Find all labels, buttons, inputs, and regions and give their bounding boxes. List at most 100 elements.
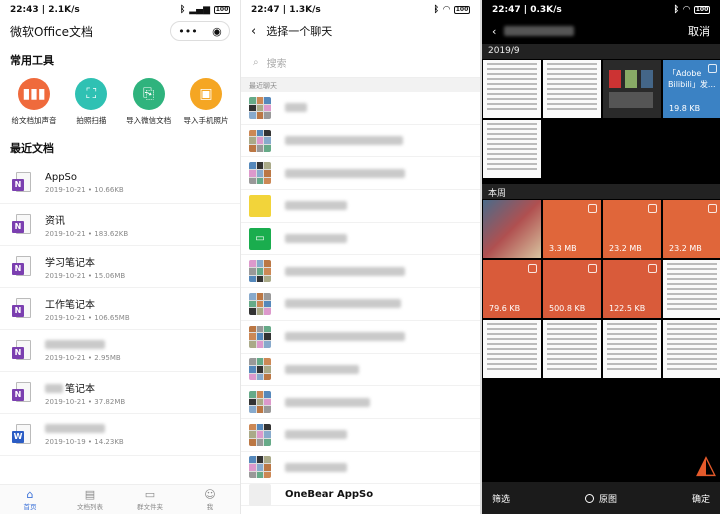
search-bar[interactable]: ⌕ 搜索 — [241, 48, 480, 78]
tool-scan[interactable]: ⛶ 拍照扫描 — [63, 78, 119, 126]
photo-grid-week: 3.3 MB 23.2 MB 23.2 MB 79.6 KB 500.8 KB … — [482, 200, 720, 378]
doc-row[interactable]: N 2019-10-21 • 2.95MB — [0, 330, 240, 372]
file-thumb[interactable]: 3.3 MB — [543, 200, 601, 258]
onenote-doc-icon: N — [12, 255, 32, 278]
tool-import-wechat[interactable]: ⎘ 导入微信文档 — [121, 78, 177, 126]
file-thumb[interactable]: 23.2 MB — [663, 200, 720, 258]
select-checkbox[interactable] — [588, 264, 597, 273]
chat-picker-header: ‹ 选择一个聊天 — [241, 20, 480, 42]
file-size: 79.6 KB — [489, 304, 521, 313]
doc-name — [45, 340, 121, 351]
doc-name: 笔记本 — [45, 380, 125, 395]
select-checkbox[interactable] — [648, 264, 657, 273]
chat-row[interactable] — [241, 190, 480, 223]
avatar — [249, 423, 271, 446]
doc-name: 学习笔记本 — [45, 257, 95, 269]
chat-row[interactable] — [241, 288, 480, 321]
tab-me[interactable]: ☺ 我 — [180, 485, 240, 514]
more-icon[interactable]: ••• — [178, 25, 197, 38]
image-thumb[interactable] — [483, 200, 541, 258]
recent-heading: 最近文档 — [10, 142, 54, 155]
doc-row[interactable]: N 工作笔记本 2019-10-21 • 106.65MB — [0, 288, 240, 330]
file-size: 500.8 KB — [549, 304, 586, 313]
wifi-icon: ◠ — [683, 5, 690, 15]
tab-group-folder[interactable]: ▭ 群文件夹 — [120, 485, 180, 514]
cancel-button[interactable]: 取消 — [688, 23, 710, 39]
chat-row[interactable] — [241, 386, 480, 419]
doc-name — [45, 424, 124, 435]
close-icon[interactable]: ◉ — [212, 25, 222, 38]
doc-meta: 2019-10-21 • 10.66KB — [45, 185, 124, 194]
avatar — [249, 260, 271, 283]
file-thumb[interactable] — [603, 60, 661, 118]
office-docs-panel: 22:43 | 2.1K/s ᛒ ▂▄▆ 100 微软Office文档 ••• … — [0, 0, 240, 514]
chat-row[interactable] — [241, 354, 480, 387]
chat-name-blurred — [285, 364, 359, 374]
chat-row[interactable] — [241, 125, 480, 158]
tab-home[interactable]: ⌂ 首页 — [0, 485, 60, 514]
status-time: 22:47 | 0.3K/s — [492, 5, 562, 15]
signal-icon: ▂▄▆ — [189, 5, 210, 15]
back-arrow-icon[interactable]: ‹ — [251, 24, 256, 39]
import-doc-icon: ⎘ — [132, 78, 165, 110]
select-checkbox[interactable] — [648, 204, 657, 213]
avatar — [249, 391, 271, 414]
tab-label: 我 — [206, 502, 214, 511]
doc-row[interactable]: N 资讯 2019-10-21 • 183.62KB — [0, 204, 240, 246]
mini-program-capsule: ••• ◉ — [170, 21, 230, 41]
section-this-week: 本周 — [482, 184, 720, 199]
app-header: 微软Office文档 ••• ◉ — [0, 20, 240, 42]
tool-add-voice[interactable]: ▮▮▮ 给文档加声音 — [6, 78, 62, 126]
file-thumb[interactable] — [483, 320, 541, 378]
chat-row[interactable] — [241, 92, 480, 125]
tools-row: ▮▮▮ 给文档加声音 ⛶ 拍照扫描 ⎘ 导入微信文档 ▣ 导入手机照片 — [0, 78, 240, 126]
file-thumb[interactable]: 23.2 MB — [603, 200, 661, 258]
file-thumb[interactable] — [483, 60, 541, 118]
tool-import-photos[interactable]: ▣ 导入手机照片 — [178, 78, 234, 126]
file-thumb[interactable] — [543, 320, 601, 378]
filter-button[interactable]: 筛选 — [492, 492, 510, 505]
logo-icon: ◭ — [696, 450, 716, 480]
word-doc-icon: W — [12, 423, 32, 446]
file-thumb[interactable] — [543, 60, 601, 118]
doc-row[interactable]: N AppSo 2019-10-21 • 10.66KB — [0, 162, 240, 204]
back-arrow-icon[interactable]: ‹ — [492, 25, 496, 38]
chat-name-blurred — [285, 168, 405, 178]
original-toggle[interactable]: 原图 — [584, 492, 617, 505]
doc-row[interactable]: N 笔记本 2019-10-21 • 37.82MB — [0, 372, 240, 414]
group-folder-icon: ▭ — [144, 487, 156, 501]
file-thumb[interactable]: 500.8 KB — [543, 260, 601, 318]
chat-row[interactable] — [241, 452, 480, 485]
file-thumb[interactable] — [663, 260, 720, 318]
file-thumb[interactable]: 122.5 KB — [603, 260, 661, 318]
doc-name: AppSo — [45, 171, 78, 183]
tool-label: 拍照扫描 — [76, 116, 107, 125]
recent-chats-label: 最近聊天 — [241, 78, 480, 92]
chat-row[interactable] — [241, 321, 480, 354]
select-checkbox[interactable] — [708, 204, 717, 213]
photo-grid-month: 「Adobe Bilibili」发... 19.8 KB — [482, 60, 720, 178]
file-thumb[interactable] — [483, 120, 541, 178]
chat-row[interactable] — [241, 419, 480, 452]
doc-row[interactable]: W 2019-10-19 • 14.23KB — [0, 414, 240, 456]
chat-name-blurred — [285, 266, 405, 276]
battery-icon: 100 — [214, 6, 230, 14]
doc-row[interactable]: N 学习笔记本 2019-10-21 • 15.06MB — [0, 246, 240, 288]
chat-row[interactable]: ▭ — [241, 223, 480, 256]
file-thumb[interactable] — [663, 320, 720, 378]
file-thumb[interactable]: 79.6 KB — [483, 260, 541, 318]
chat-row[interactable] — [241, 255, 480, 289]
select-checkbox[interactable] — [528, 264, 537, 273]
chat-row[interactable] — [241, 157, 480, 191]
file-thumb[interactable] — [603, 320, 661, 378]
select-checkbox[interactable] — [588, 204, 597, 213]
bluetooth-icon: ᛒ — [673, 5, 680, 15]
file-adobe[interactable]: 「Adobe Bilibili」发... 19.8 KB — [663, 60, 720, 118]
select-checkbox[interactable] — [708, 64, 717, 73]
chat-row[interactable]: OneBear AppSo — [241, 483, 480, 507]
bluetooth-icon: ᛒ — [433, 5, 440, 15]
confirm-button[interactable]: 确定 — [692, 492, 710, 505]
tool-label: 导入微信文档 — [126, 116, 172, 125]
tab-doc-list[interactable]: ▤ 文档列表 — [60, 485, 120, 514]
scan-icon: ⛶ — [75, 78, 108, 110]
